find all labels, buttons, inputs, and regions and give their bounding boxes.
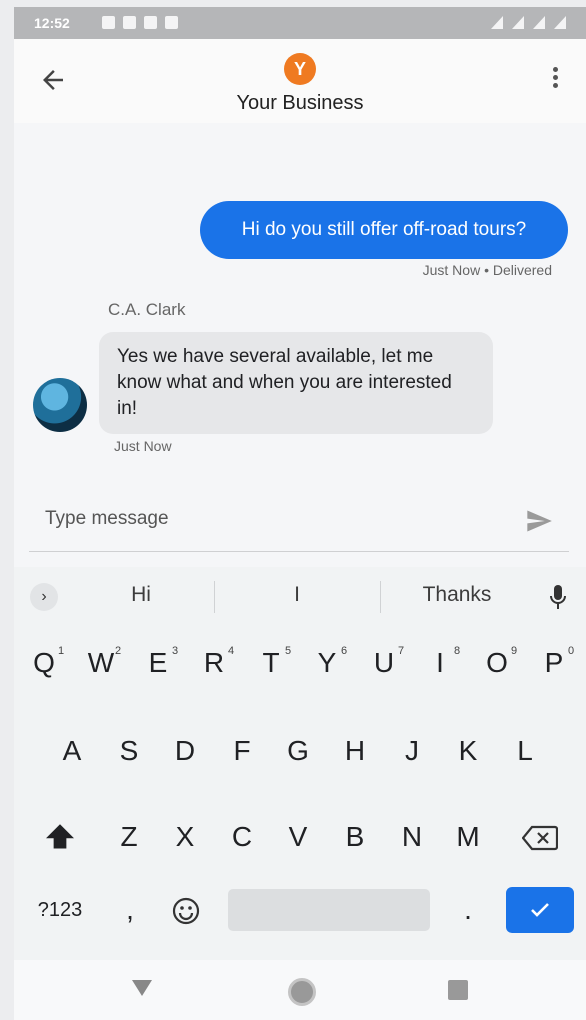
key-o[interactable]: O: [471, 633, 523, 693]
suggestion-strip: › Hi I Thanks: [14, 567, 586, 623]
key-hint: 4: [228, 645, 235, 657]
system-icons: [491, 16, 566, 29]
avatar: [33, 378, 87, 432]
key-k[interactable]: K: [442, 721, 494, 781]
notification-icon: [123, 16, 136, 29]
business-logo: Y: [284, 53, 316, 85]
divider: [380, 581, 381, 613]
key-x[interactable]: X: [159, 807, 211, 867]
key-hint: 3: [172, 645, 179, 657]
nav-back-icon[interactable]: [132, 980, 152, 996]
key-hint: 0: [568, 645, 575, 657]
comma-key[interactable]: ,: [104, 887, 156, 933]
signal-icon: [512, 16, 524, 29]
suggestion-1[interactable]: Hi: [66, 583, 216, 607]
suggestion-2[interactable]: I: [222, 583, 372, 607]
key-e[interactable]: E: [132, 633, 184, 693]
status-time: 12:52: [34, 15, 70, 31]
key-f[interactable]: F: [216, 721, 268, 781]
notification-icon: [144, 16, 157, 29]
key-h[interactable]: H: [329, 721, 381, 781]
suggestion-3[interactable]: Thanks: [382, 583, 532, 607]
nav-recents-icon[interactable]: [448, 980, 468, 1000]
nav-home-icon[interactable]: [288, 978, 316, 1006]
key-j[interactable]: J: [386, 721, 438, 781]
key-m[interactable]: M: [442, 807, 494, 867]
battery-icon: [554, 16, 566, 29]
notification-icons: [102, 16, 178, 29]
status-bar: 12:52: [14, 7, 586, 39]
key-hint: 6: [341, 645, 348, 657]
wifi-icon: [533, 16, 545, 29]
app-bar: Y Your Business: [14, 39, 586, 123]
chevron-right-icon[interactable]: ›: [30, 583, 58, 611]
key-n[interactable]: N: [386, 807, 438, 867]
symbols-key[interactable]: ?123: [28, 887, 92, 933]
key-z[interactable]: Z: [103, 807, 155, 867]
key-t[interactable]: T: [245, 633, 297, 693]
key-hint: 8: [454, 645, 461, 657]
message-input[interactable]: [43, 507, 487, 531]
key-hint: 2: [115, 645, 122, 657]
enter-key[interactable]: [506, 887, 574, 933]
key-a[interactable]: A: [46, 721, 98, 781]
key-g[interactable]: G: [272, 721, 324, 781]
divider: [214, 581, 215, 613]
mic-icon[interactable]: [550, 585, 566, 609]
key-l[interactable]: L: [499, 721, 551, 781]
key-s[interactable]: S: [103, 721, 155, 781]
key-hint: 9: [511, 645, 518, 657]
key-hint: 7: [398, 645, 405, 657]
key-d[interactable]: D: [159, 721, 211, 781]
outgoing-message: Hi do you still offer off-road tours?: [200, 201, 568, 259]
key-i[interactable]: I: [414, 633, 466, 693]
signal-icon: [491, 16, 503, 29]
key-c[interactable]: C: [216, 807, 268, 867]
outgoing-message-status: Just Now • Delivered: [422, 262, 552, 278]
key-b[interactable]: B: [329, 807, 381, 867]
sender-name: C.A. Clark: [108, 300, 186, 319]
backspace-icon[interactable]: [522, 825, 558, 851]
notification-icon: [165, 16, 178, 29]
space-bar[interactable]: [228, 889, 430, 931]
send-icon[interactable]: [523, 507, 555, 535]
page-title: Your Business: [236, 92, 364, 114]
navigation-bar: [14, 960, 586, 1020]
incoming-message: Yes we have several available, let me kn…: [99, 332, 493, 434]
back-arrow-icon[interactable]: [38, 65, 68, 95]
key-v[interactable]: V: [272, 807, 324, 867]
phone-screen: 12:52 Y Your Business Hi do you still of…: [14, 7, 586, 1020]
key-hint: 1: [58, 645, 65, 657]
notification-icon: [102, 16, 115, 29]
key-w[interactable]: W: [75, 633, 127, 693]
keyboard: › Hi I Thanks Q W E R T Y U I O P 1 2 3 …: [14, 567, 586, 960]
incoming-message-time: Just Now: [114, 438, 172, 454]
key-p[interactable]: P: [528, 633, 580, 693]
more-vert-icon[interactable]: [550, 67, 560, 93]
key-q[interactable]: Q: [18, 633, 70, 693]
shift-icon[interactable]: [44, 823, 76, 851]
key-hint: 5: [285, 645, 292, 657]
key-y[interactable]: Y: [301, 633, 353, 693]
check-icon: [531, 903, 549, 917]
period-key[interactable]: .: [442, 887, 494, 933]
compose-bar: [29, 493, 569, 552]
emoji-icon[interactable]: [172, 897, 200, 925]
key-r[interactable]: R: [188, 633, 240, 693]
key-u[interactable]: U: [358, 633, 410, 693]
